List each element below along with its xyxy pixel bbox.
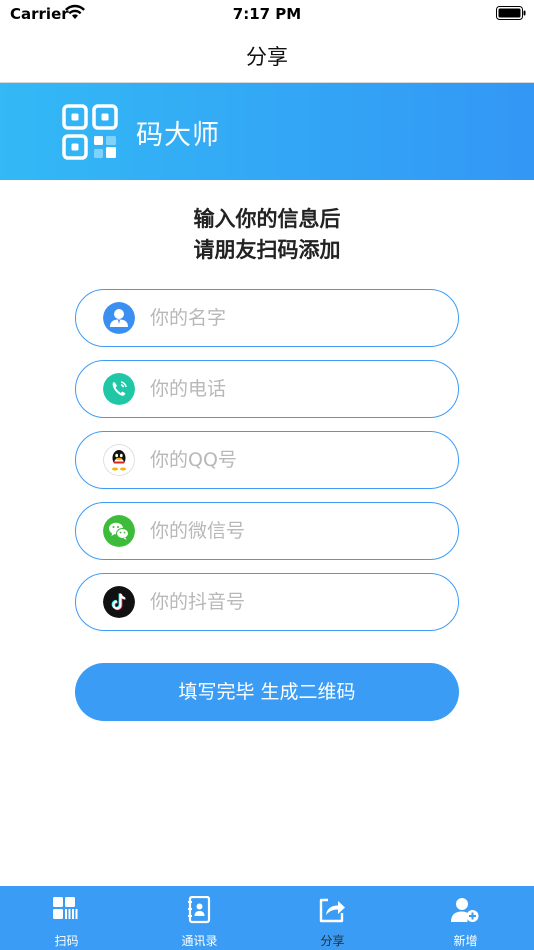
name-input[interactable] — [150, 290, 440, 345]
share-icon — [319, 898, 345, 923]
tab-bar: 扫码 通讯录 分享 新增 — [0, 886, 534, 950]
wechat-field[interactable] — [75, 502, 459, 560]
phone-icon — [103, 373, 135, 405]
user-icon — [103, 302, 135, 334]
tab-label: 扫码 — [54, 934, 79, 948]
douyin-field[interactable] — [75, 573, 459, 631]
qq-input[interactable] — [150, 432, 440, 487]
intro-text: 输入你的信息后 请朋友扫码添加 — [0, 204, 534, 266]
navigation-bar: 分享 — [0, 30, 534, 83]
status-time: 7:17 PM — [232, 5, 302, 23]
add-user-icon — [451, 898, 479, 922]
contacts-icon — [188, 896, 211, 924]
scan-icon — [53, 897, 78, 919]
intro-line-2: 请朋友扫码添加 — [193, 238, 341, 262]
tab-label: 新增 — [453, 934, 478, 948]
qq-icon — [103, 444, 135, 476]
phone-input[interactable] — [150, 361, 440, 416]
tab-scan[interactable]: 扫码 — [0, 886, 133, 950]
app-name: 码大师 — [136, 120, 220, 151]
battery-icon — [496, 6, 526, 20]
page-title: 分享 — [246, 45, 288, 69]
app-banner: 码大师 — [0, 83, 534, 180]
status-bar: Carrier 7:17 PM — [0, 0, 534, 30]
tiktok-icon — [103, 586, 135, 618]
qq-field[interactable] — [75, 431, 459, 489]
phone-field[interactable] — [75, 360, 459, 418]
wechat-input[interactable] — [150, 503, 440, 558]
qr-logo-icon — [62, 104, 118, 160]
douyin-input[interactable] — [150, 574, 440, 629]
intro-line-1: 输入你的信息后 — [193, 207, 341, 231]
tab-label: 分享 — [320, 934, 345, 948]
tab-add[interactable]: 新增 — [399, 886, 532, 950]
wechat-icon — [103, 515, 135, 547]
generate-qr-button[interactable]: 填写完毕 生成二维码 — [75, 663, 459, 721]
name-field[interactable] — [75, 289, 459, 347]
tab-share[interactable]: 分享 — [266, 886, 399, 950]
tab-contacts[interactable]: 通讯录 — [133, 886, 266, 950]
tab-label: 通讯录 — [181, 934, 218, 948]
